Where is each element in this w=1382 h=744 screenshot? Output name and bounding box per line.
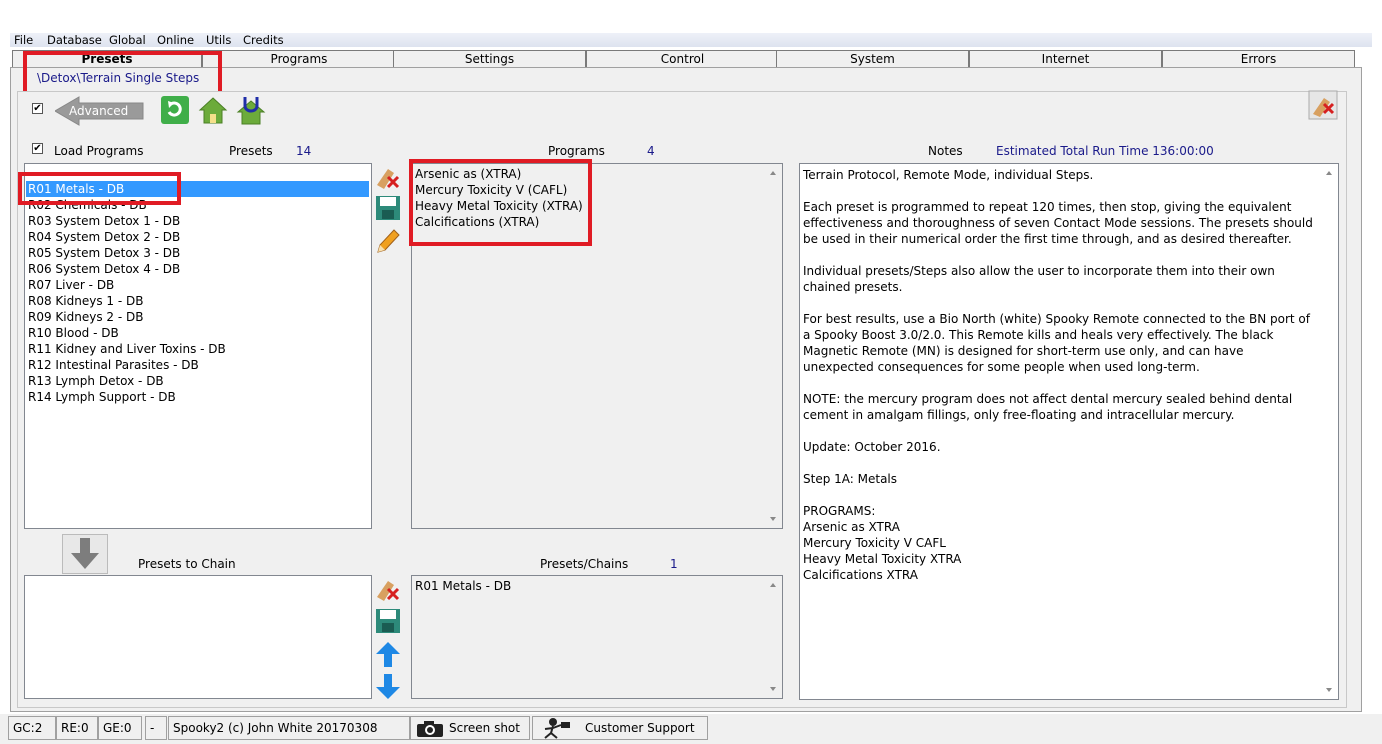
notes-scrollbar[interactable] xyxy=(1321,164,1338,699)
status-dash: - xyxy=(145,716,167,740)
presets-chains-list[interactable]: R01 Metals - DB xyxy=(411,575,783,699)
status-re: RE:0 xyxy=(56,716,98,740)
notes-text[interactable]: Terrain Protocol, Remote Mode, individua… xyxy=(803,167,1318,583)
home-icon xyxy=(198,97,228,124)
preset-list-item[interactable]: R04 System Detox 2 - DB xyxy=(28,229,180,245)
menu-credits[interactable]: Credits xyxy=(243,33,284,47)
support-person-icon xyxy=(544,718,570,739)
delete-chain-button[interactable] xyxy=(374,575,402,605)
move-down-button[interactable] xyxy=(374,672,402,702)
menu-online[interactable]: Online xyxy=(157,33,194,47)
highlight-programs xyxy=(409,159,592,246)
scroll-up-icon xyxy=(770,171,776,175)
presets-chains-label: Presets/Chains xyxy=(540,557,629,571)
preset-list-item[interactable]: R13 Lymph Detox - DB xyxy=(28,373,164,389)
presets-to-chain-label: Presets to Chain xyxy=(138,557,236,571)
save-preset-button[interactable] xyxy=(374,194,402,224)
advanced-button[interactable]: Advanced xyxy=(54,95,145,127)
presets-count: 14 xyxy=(296,144,312,158)
support-label: Customer Support xyxy=(585,721,695,735)
notes-box[interactable]: Terrain Protocol, Remote Mode, individua… xyxy=(799,163,1339,700)
arrow-down-icon xyxy=(71,538,99,569)
programs-count: 4 xyxy=(647,144,655,158)
status-copyright: Spooky2 (c) John White 20170308 xyxy=(168,716,410,740)
load-programs-label: Load Programs xyxy=(54,144,144,158)
menu-database[interactable]: Database xyxy=(47,33,102,47)
scroll-down-icon xyxy=(770,687,776,691)
estimated-runtime: Estimated Total Run Time 136:00:00 xyxy=(996,144,1214,158)
preset-list-item[interactable]: R09 Kidneys 2 - DB xyxy=(28,309,143,325)
camera-icon xyxy=(417,721,443,737)
programs-label: Programs xyxy=(548,144,605,158)
scroll-down-icon xyxy=(770,517,776,521)
status-gc: GC:2 xyxy=(8,716,56,740)
arrow-down-icon xyxy=(376,674,400,699)
chain-list-item[interactable]: R01 Metals - DB xyxy=(415,578,511,594)
preset-list-item[interactable]: R03 System Detox 1 - DB xyxy=(28,213,180,229)
tab-settings[interactable]: Settings xyxy=(393,50,586,68)
delete-preset-button[interactable] xyxy=(374,163,402,193)
notes-label: Notes xyxy=(928,144,963,158)
arrow-up-icon xyxy=(376,642,400,667)
preset-list-item[interactable]: R08 Kidneys 1 - DB xyxy=(28,293,143,309)
refresh-icon xyxy=(161,96,189,124)
tab-internet[interactable]: Internet xyxy=(969,50,1162,68)
screenshot-button[interactable]: Screen shot xyxy=(410,716,530,740)
home-button[interactable] xyxy=(198,95,228,125)
refresh-button[interactable] xyxy=(160,95,190,125)
status-bar: GC:2 RE:0 GE:0 - Spooky2 (c) John White … xyxy=(0,714,1382,744)
eraser-icon xyxy=(377,581,400,601)
presets-list[interactable]: R01 Metals - DB R02 Chemicals - DB R03 Sys… xyxy=(24,163,372,529)
add-to-chain-button[interactable] xyxy=(62,534,108,574)
presets-to-chain-list[interactable] xyxy=(24,575,372,699)
status-ge: GE:0 xyxy=(98,716,142,740)
highlight-selected-preset xyxy=(18,172,181,205)
screenshot-label: Screen shot xyxy=(449,721,520,735)
eraser-icon xyxy=(1308,90,1338,120)
scroll-down-icon xyxy=(1326,688,1332,692)
menu-global[interactable]: Global xyxy=(109,33,146,47)
tab-control[interactable]: Control xyxy=(586,50,779,68)
highlight-breadcrumb xyxy=(23,51,222,95)
save-chain-button[interactable] xyxy=(374,607,402,637)
user-home-icon xyxy=(236,97,266,125)
scroll-up-icon xyxy=(770,583,776,587)
tab-system[interactable]: System xyxy=(776,50,969,68)
menu-bar: File Database Global Online Utils Credit… xyxy=(10,33,1372,47)
advanced-label: Advanced xyxy=(69,104,129,118)
preset-list-item[interactable]: R14 Lymph Support - DB xyxy=(28,389,176,405)
floppy-save-icon xyxy=(376,196,400,220)
chains-scrollbar[interactable] xyxy=(765,576,782,698)
preset-list-item[interactable]: R07 Liver - DB xyxy=(28,277,114,293)
programs-scrollbar[interactable] xyxy=(765,164,782,528)
tab-errors[interactable]: Errors xyxy=(1162,50,1355,68)
preset-list-item[interactable]: R12 Intestinal Parasites - DB xyxy=(28,357,199,373)
advanced-checkbox[interactable]: ✔ xyxy=(32,103,43,114)
eraser-icon xyxy=(377,169,400,189)
presets-label: Presets xyxy=(229,144,273,158)
tab-programs[interactable]: Programs xyxy=(202,50,396,68)
customer-support-button[interactable]: Customer Support xyxy=(532,716,708,740)
preset-list-item[interactable]: R06 System Detox 4 - DB xyxy=(28,261,180,277)
pencil-icon xyxy=(377,229,400,253)
menu-utils[interactable]: Utils xyxy=(206,33,231,47)
menu-file[interactable]: File xyxy=(14,33,33,47)
preset-list-item[interactable]: R10 Blood - DB xyxy=(28,325,119,341)
edit-preset-button[interactable] xyxy=(374,226,402,256)
user-home-button[interactable] xyxy=(236,95,266,125)
clear-notes-button[interactable] xyxy=(1308,90,1338,120)
preset-list-item[interactable]: R05 System Detox 3 - DB xyxy=(28,245,180,261)
load-programs-checkbox[interactable]: ✔ xyxy=(32,143,43,154)
move-up-button[interactable] xyxy=(374,640,402,670)
scroll-up-icon xyxy=(1326,171,1332,175)
preset-list-item[interactable]: R11 Kidney and Liver Toxins - DB xyxy=(28,341,226,357)
floppy-save-icon xyxy=(376,609,400,633)
presets-chains-count: 1 xyxy=(670,557,678,571)
